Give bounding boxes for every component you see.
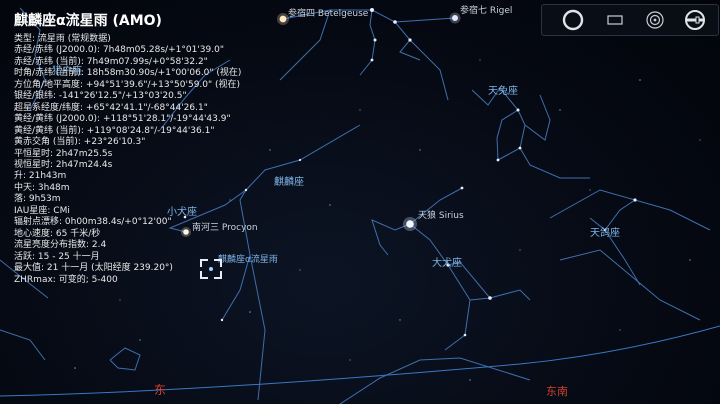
label-sirius[interactable]: 天狼 Sirius xyxy=(418,210,464,222)
info-activity: 活跃: 15 - 25 十一月 xyxy=(14,251,100,262)
info-supergalactic: 超星系经度/纬度: +65°42'41.1"/-68°44'26.1" xyxy=(14,102,208,113)
info-radiant-drift: 辐射点漂移: 0h00m38.4s/+0°12'00" xyxy=(14,217,172,228)
direction-southeast: 东南 xyxy=(546,385,568,398)
sky-view[interactable]: 参宿四 Betelgeuse 参宿七 Rigel 猎户座 天兔座 麒麟座 小犬座… xyxy=(0,0,720,404)
horizon-line xyxy=(0,325,720,397)
info-transit: 中天: 3h48m xyxy=(14,182,70,193)
label-lepus[interactable]: 天兔座 xyxy=(488,86,518,98)
info-rise: 升: 21h43m xyxy=(14,171,67,182)
label-betelgeuse[interactable]: 参宿四 Betelgeuse xyxy=(288,8,368,20)
view-toolbar xyxy=(541,4,719,36)
info-obliquity: 黄赤交角 (当前): +23°26'10.3" xyxy=(14,137,146,148)
info-hour-angle: 时角/赤纬 (当前): 18h58m30.90s/+1°00'06.0" (视在… xyxy=(14,68,242,79)
label-monoceros[interactable]: 麒麟座 xyxy=(274,177,304,189)
bright-stars xyxy=(181,8,637,337)
info-type: 类型: 流星雨 (常规数据) xyxy=(14,34,111,44)
info-mean-sidereal: 平恒星时: 2h47m25.5s xyxy=(14,148,113,159)
info-zhr: ZHRmax: 可变的; 5-400 xyxy=(14,274,118,285)
full-circle-icon[interactable] xyxy=(560,8,586,32)
info-galactic: 银经/银纬: -141°26'12.5"/+13°03'20.5" xyxy=(14,91,187,102)
info-ra-dec-j2000: 赤经/赤纬 (J2000.0): 7h48m05.28s/+1°01'39.0" xyxy=(14,45,224,56)
info-ecliptic-current: 黄经/黄纬 (当前): +119°08'24.8"/-19°44'36.1" xyxy=(14,125,215,136)
label-canis-major[interactable]: 大犬座 xyxy=(432,258,462,270)
info-iau-constellation: IAU星座: CMi xyxy=(14,205,70,216)
info-population-index: 流星亮度分布指数: 2.4 xyxy=(14,240,107,251)
info-maximum: 最大值: 21 十一月 (太阳经度 239.20°) xyxy=(14,263,173,274)
info-ra-dec-current: 赤经/赤纬 (当前): 7h49m07.99s/+0°58'32.2" xyxy=(14,56,208,67)
object-info-panel: 麒麟座α流星雨 (AMO) 类型: 流星雨 (常规数据) 赤经/赤纬 (J200… xyxy=(14,12,241,286)
target-icon[interactable] xyxy=(642,8,668,32)
info-az-alt: 方位角/地平高度: +94°51'39.6"/+13°50'59.0" (视在) xyxy=(14,79,241,90)
info-geocentric-velocity: 地心速度: 65 千米/秒 xyxy=(14,228,101,239)
label-columba[interactable]: 天鸽座 xyxy=(590,228,620,240)
rectangle-icon[interactable] xyxy=(602,8,628,32)
eyepiece-icon[interactable] xyxy=(682,8,708,32)
direction-east: 东 xyxy=(154,383,167,397)
info-ecliptic-j2000: 黄经/黄纬 (J2000.0): +118°51'28.1"/-19°44'43… xyxy=(14,114,231,125)
label-rigel[interactable]: 参宿七 Rigel xyxy=(460,5,512,17)
info-set: 落: 9h53m xyxy=(14,194,61,205)
info-apparent-sidereal: 视恒星时: 2h47m24.4s xyxy=(14,159,113,170)
object-title: 麒麟座α流星雨 (AMO) xyxy=(14,13,162,29)
